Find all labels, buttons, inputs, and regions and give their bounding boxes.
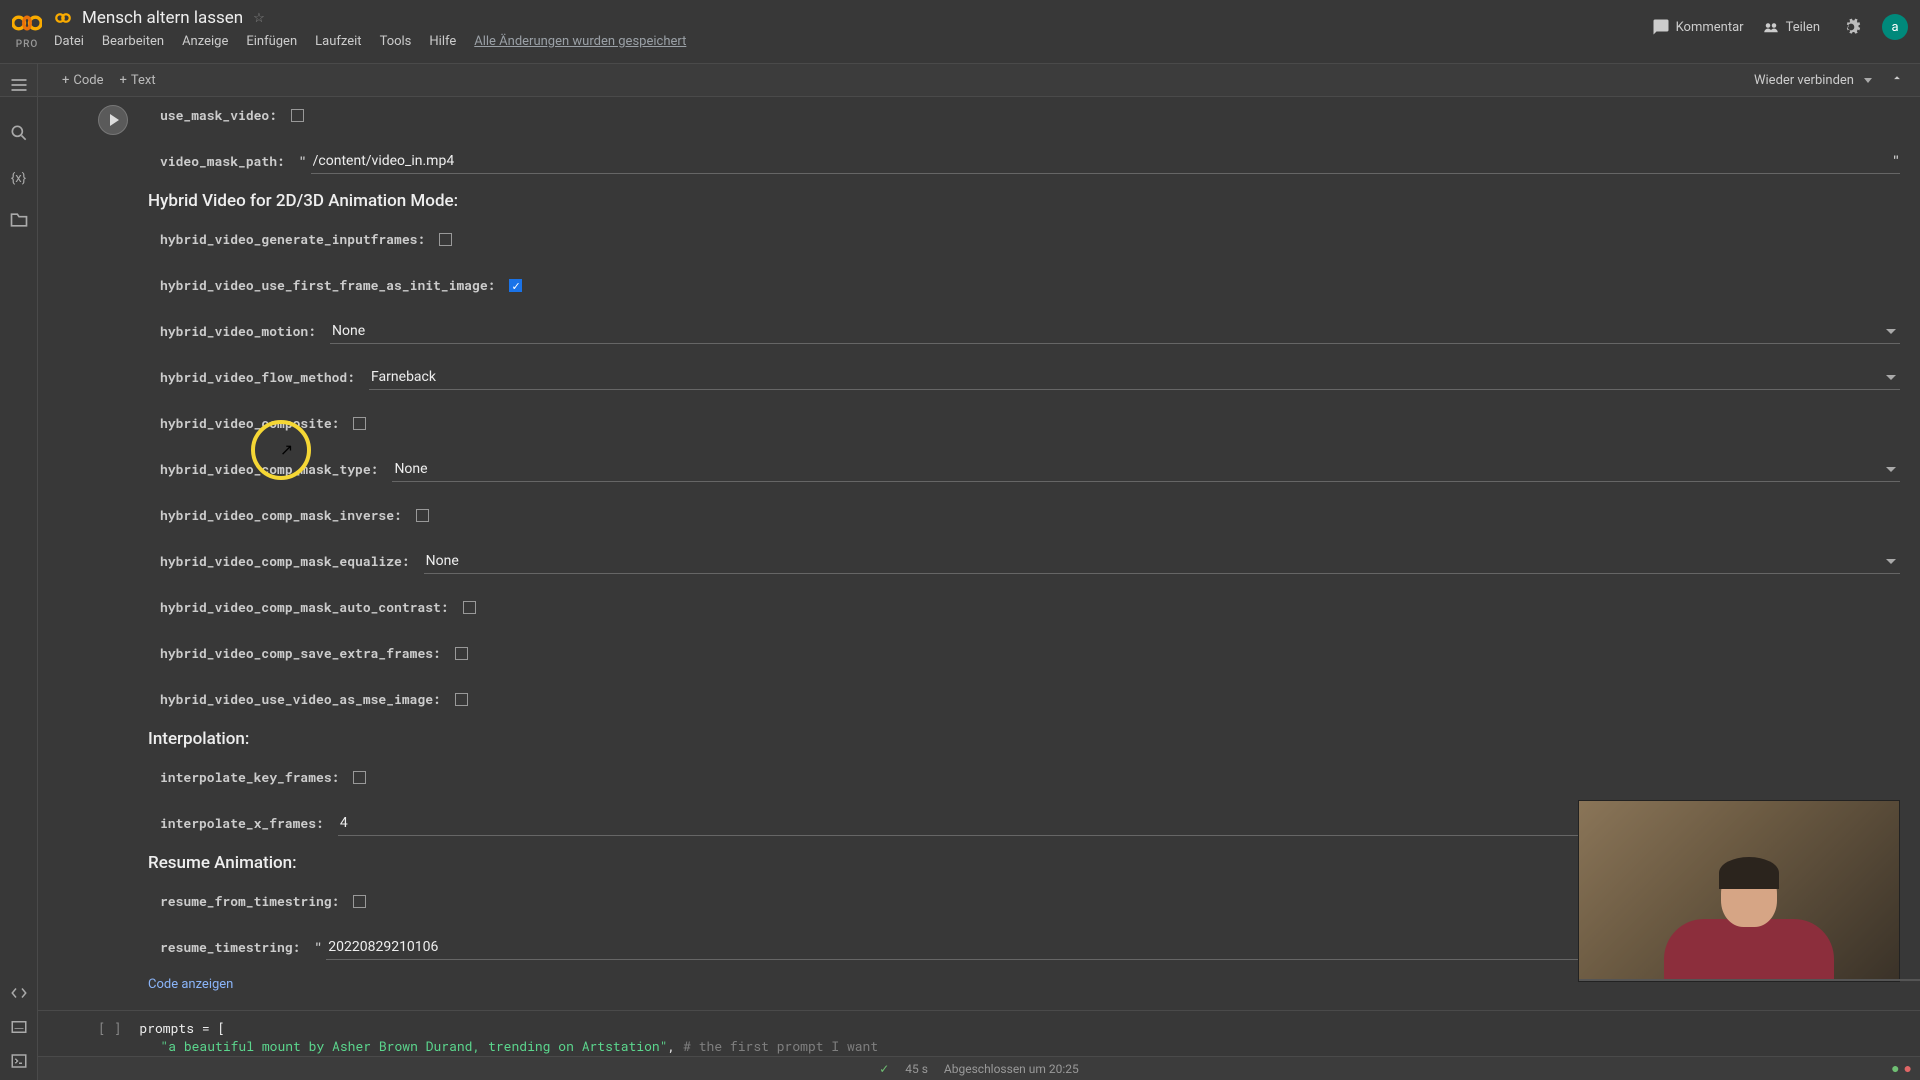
param-label: hybrid_video_motion: bbox=[160, 322, 316, 340]
param-label: hybrid_video_comp_mask_type: bbox=[160, 460, 378, 478]
hybrid-generate-inputframes-checkbox[interactable] bbox=[439, 233, 452, 246]
notebook-title[interactable]: Mensch altern lassen bbox=[82, 8, 243, 28]
use-mask-video-checkbox[interactable] bbox=[291, 109, 304, 122]
menu-bearbeiten[interactable]: Bearbeiten bbox=[102, 34, 164, 49]
star-icon[interactable]: ☆ bbox=[253, 11, 265, 26]
param-label: hybrid_video_comp_mask_inverse: bbox=[160, 506, 402, 524]
add-code-button[interactable]: + Code bbox=[54, 69, 112, 92]
section-heading-hybrid: Hybrid Video for 2D/3D Animation Mode: bbox=[148, 191, 1900, 211]
terminal-icon[interactable] bbox=[10, 1052, 28, 1074]
hybrid-use-video-as-mse-checkbox[interactable] bbox=[455, 693, 468, 706]
param-label: resume_timestring: bbox=[160, 938, 300, 956]
param-label: hybrid_video_comp_save_extra_frames: bbox=[160, 644, 441, 662]
user-avatar[interactable]: a bbox=[1882, 14, 1908, 40]
code-snippets-icon[interactable] bbox=[10, 984, 28, 1006]
collapse-button[interactable] bbox=[1882, 67, 1912, 93]
status-time: 45 s bbox=[905, 1062, 928, 1076]
reconnect-button[interactable]: Wieder verbinden bbox=[1754, 73, 1872, 88]
interpolate-key-frames-checkbox[interactable] bbox=[353, 771, 366, 784]
param-label: use_mask_video: bbox=[160, 106, 277, 124]
colab-logo-icon[interactable] bbox=[12, 8, 42, 38]
add-text-button[interactable]: + Text bbox=[112, 69, 164, 92]
hybrid-comp-save-extra-frames-checkbox[interactable] bbox=[455, 647, 468, 660]
variables-icon[interactable]: {x} bbox=[11, 171, 26, 186]
param-label: hybrid_video_composite: bbox=[160, 414, 339, 432]
status-done: Abgeschlossen um 20:25 bbox=[944, 1062, 1079, 1076]
hybrid-first-frame-init-checkbox[interactable] bbox=[509, 279, 522, 292]
notebook-icon bbox=[54, 9, 72, 27]
share-icon bbox=[1762, 18, 1780, 36]
param-label: hybrid_video_use_video_as_mse_image: bbox=[160, 690, 441, 708]
command-palette-icon[interactable] bbox=[10, 1018, 28, 1040]
cell-gutter: [ ] bbox=[98, 1019, 121, 1037]
webcam-overlay bbox=[1578, 800, 1900, 982]
hybrid-video-motion-select[interactable]: None bbox=[330, 319, 1900, 344]
toc-icon[interactable] bbox=[9, 75, 29, 99]
video-mask-path-input[interactable] bbox=[311, 149, 1900, 174]
menu-hilfe[interactable]: Hilfe bbox=[429, 34, 456, 49]
param-label: interpolate_key_frames: bbox=[160, 768, 339, 786]
connection-good-icon: ● bbox=[1891, 1060, 1899, 1077]
share-button[interactable]: Teilen bbox=[1762, 18, 1820, 36]
comment-icon bbox=[1652, 18, 1670, 36]
files-icon[interactable] bbox=[9, 210, 29, 234]
section-heading-interpolation: Interpolation: bbox=[148, 729, 1900, 749]
hybrid-comp-mask-type-select[interactable]: None bbox=[392, 457, 1900, 482]
param-label: hybrid_video_comp_mask_equalize: bbox=[160, 552, 410, 570]
hybrid-flow-method-select[interactable]: Farneback bbox=[369, 365, 1900, 390]
hybrid-comp-mask-equalize-select[interactable]: None bbox=[424, 549, 1900, 574]
settings-button[interactable] bbox=[1838, 14, 1864, 40]
menu-datei[interactable]: Datei bbox=[54, 34, 84, 49]
hybrid-comp-mask-auto-contrast-checkbox[interactable] bbox=[463, 601, 476, 614]
param-label: interpolate_x_frames: bbox=[160, 814, 324, 832]
param-label: hybrid_video_comp_mask_auto_contrast: bbox=[160, 598, 449, 616]
hybrid-composite-checkbox[interactable] bbox=[353, 417, 366, 430]
param-label: hybrid_video_flow_method: bbox=[160, 368, 355, 386]
menu-tools[interactable]: Tools bbox=[380, 34, 412, 49]
chevron-up-icon bbox=[1890, 71, 1904, 85]
search-icon[interactable] bbox=[9, 123, 29, 147]
save-status: Alle Änderungen wurden gespeichert bbox=[474, 34, 686, 49]
param-label: hybrid_video_generate_inputframes: bbox=[160, 230, 425, 248]
menu-einfuegen[interactable]: Einfügen bbox=[246, 34, 297, 49]
param-label: resume_from_timestring: bbox=[160, 892, 339, 910]
connection-bad-icon: ● bbox=[1904, 1060, 1912, 1077]
run-cell-button[interactable] bbox=[98, 105, 128, 135]
hybrid-comp-mask-inverse-checkbox[interactable] bbox=[416, 509, 429, 522]
gear-icon bbox=[1841, 17, 1861, 37]
comment-button[interactable]: Kommentar bbox=[1652, 18, 1744, 36]
status-check-icon: ✓ bbox=[879, 1062, 889, 1076]
menu-anzeige[interactable]: Anzeige bbox=[182, 34, 228, 49]
pro-badge: PRO bbox=[16, 39, 39, 50]
param-label: hybrid_video_use_first_frame_as_init_ima… bbox=[160, 276, 495, 294]
param-label: video_mask_path: bbox=[160, 152, 285, 170]
resume-from-timestring-checkbox[interactable] bbox=[353, 895, 366, 908]
menu-laufzeit[interactable]: Laufzeit bbox=[315, 34, 361, 49]
